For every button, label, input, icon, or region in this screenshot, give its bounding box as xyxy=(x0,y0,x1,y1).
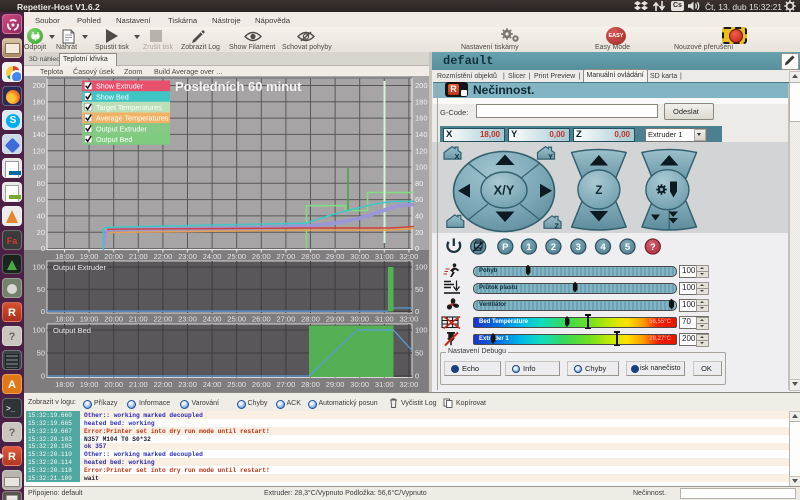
svg-text:50: 50 xyxy=(415,349,423,358)
svg-text:X: X xyxy=(455,152,460,161)
svg-text:26:00: 26:00 xyxy=(252,252,271,261)
svg-text:50: 50 xyxy=(415,285,423,294)
svg-text:80: 80 xyxy=(37,179,45,188)
svg-text:31:00: 31:00 xyxy=(375,380,394,389)
svg-text:P: P xyxy=(502,242,509,253)
svg-text:Output Extruder: Output Extruder xyxy=(53,263,106,272)
svg-text:100: 100 xyxy=(415,326,428,335)
svg-text:0: 0 xyxy=(41,372,45,381)
svg-text:25:00: 25:00 xyxy=(227,252,246,261)
svg-text:?: ? xyxy=(650,242,656,253)
svg-text:32:00: 32:00 xyxy=(400,315,419,324)
svg-text:Posledních 60 minut: Posledních 60 minut xyxy=(175,79,302,94)
svg-text:32:00: 32:00 xyxy=(400,380,419,389)
svg-text:180: 180 xyxy=(415,97,428,106)
svg-text:Target Temperatures: Target Temperatures xyxy=(96,103,162,112)
svg-text:Show Bed: Show Bed xyxy=(96,92,129,101)
svg-text:26:00: 26:00 xyxy=(252,380,271,389)
svg-text:Y: Y xyxy=(548,152,553,161)
svg-text:100: 100 xyxy=(32,263,45,272)
svg-text:4: 4 xyxy=(600,242,606,253)
svg-text:28:00: 28:00 xyxy=(301,380,320,389)
svg-text:18:00: 18:00 xyxy=(55,315,74,324)
svg-text:28:00: 28:00 xyxy=(301,252,320,261)
svg-text:22:00: 22:00 xyxy=(154,252,173,261)
svg-text:24:00: 24:00 xyxy=(203,315,222,324)
svg-text:60: 60 xyxy=(37,195,45,204)
svg-text:25:00: 25:00 xyxy=(227,380,246,389)
svg-text:200: 200 xyxy=(32,81,45,90)
svg-text:80: 80 xyxy=(415,179,423,188)
svg-text:50: 50 xyxy=(37,349,45,358)
svg-text:23:00: 23:00 xyxy=(178,252,197,261)
svg-text:40: 40 xyxy=(37,212,45,221)
svg-text:5: 5 xyxy=(625,242,631,253)
svg-text:23:00: 23:00 xyxy=(178,380,197,389)
svg-text:50: 50 xyxy=(37,285,45,294)
svg-text:2: 2 xyxy=(551,242,556,253)
svg-text:Z: Z xyxy=(595,185,602,197)
svg-text:Average Temperatures: Average Temperatures xyxy=(96,114,169,123)
svg-text:100: 100 xyxy=(32,326,45,335)
svg-text:22:00: 22:00 xyxy=(154,380,173,389)
svg-text:1: 1 xyxy=(526,242,532,253)
svg-text:19:00: 19:00 xyxy=(80,252,99,261)
svg-text:60: 60 xyxy=(415,195,423,204)
svg-text:160: 160 xyxy=(32,114,45,123)
svg-text:40: 40 xyxy=(415,212,423,221)
svg-text:0: 0 xyxy=(41,307,45,316)
svg-text:120: 120 xyxy=(32,146,45,155)
svg-text:18:00: 18:00 xyxy=(55,380,74,389)
svg-text:Show Extruder: Show Extruder xyxy=(96,82,144,91)
svg-text:19:00: 19:00 xyxy=(80,315,99,324)
svg-text:Z: Z xyxy=(555,221,560,230)
svg-text:27:00: 27:00 xyxy=(277,315,296,324)
svg-text:3: 3 xyxy=(576,242,581,253)
svg-text:20: 20 xyxy=(415,228,423,237)
svg-text:20:00: 20:00 xyxy=(104,380,123,389)
svg-text:32:00: 32:00 xyxy=(400,252,419,261)
svg-text:29:00: 29:00 xyxy=(326,380,345,389)
svg-text:Output Bed: Output Bed xyxy=(96,135,132,144)
svg-text:180: 180 xyxy=(32,97,45,106)
svg-text:140: 140 xyxy=(415,130,428,139)
svg-text:21:00: 21:00 xyxy=(129,252,148,261)
svg-text:100: 100 xyxy=(415,163,428,172)
svg-text:18:00: 18:00 xyxy=(55,252,74,261)
svg-text:24:00: 24:00 xyxy=(203,380,222,389)
svg-text:29:00: 29:00 xyxy=(326,315,345,324)
svg-text:30:00: 30:00 xyxy=(350,315,369,324)
svg-text:31:00: 31:00 xyxy=(375,252,394,261)
svg-text:100: 100 xyxy=(415,263,428,272)
svg-text:23:00: 23:00 xyxy=(178,315,197,324)
svg-text:20:00: 20:00 xyxy=(104,252,123,261)
svg-text:X/Y: X/Y xyxy=(494,183,515,198)
svg-text:21:00: 21:00 xyxy=(129,380,148,389)
svg-text:27:00: 27:00 xyxy=(277,252,296,261)
svg-text:21:00: 21:00 xyxy=(129,315,148,324)
svg-text:30:00: 30:00 xyxy=(350,380,369,389)
svg-text:100: 100 xyxy=(32,163,45,172)
svg-text:200: 200 xyxy=(415,81,428,90)
svg-text:Output Bed: Output Bed xyxy=(53,326,91,335)
svg-text:25:00: 25:00 xyxy=(227,315,246,324)
svg-text:20: 20 xyxy=(37,228,45,237)
svg-text:30:00: 30:00 xyxy=(350,252,369,261)
svg-text:31:00: 31:00 xyxy=(375,315,394,324)
svg-text:20:00: 20:00 xyxy=(104,315,123,324)
svg-text:27:00: 27:00 xyxy=(277,380,296,389)
svg-text:140: 140 xyxy=(32,130,45,139)
svg-text:0: 0 xyxy=(41,244,45,253)
svg-text:26:00: 26:00 xyxy=(252,315,271,324)
svg-text:22:00: 22:00 xyxy=(154,315,173,324)
svg-text:Output Extruder: Output Extruder xyxy=(96,124,147,133)
svg-text:29:00: 29:00 xyxy=(326,252,345,261)
svg-text:19:00: 19:00 xyxy=(80,380,99,389)
svg-text:24:00: 24:00 xyxy=(203,252,222,261)
svg-text:120: 120 xyxy=(415,146,428,155)
svg-text:28:00: 28:00 xyxy=(301,315,320,324)
svg-text:160: 160 xyxy=(415,114,428,123)
